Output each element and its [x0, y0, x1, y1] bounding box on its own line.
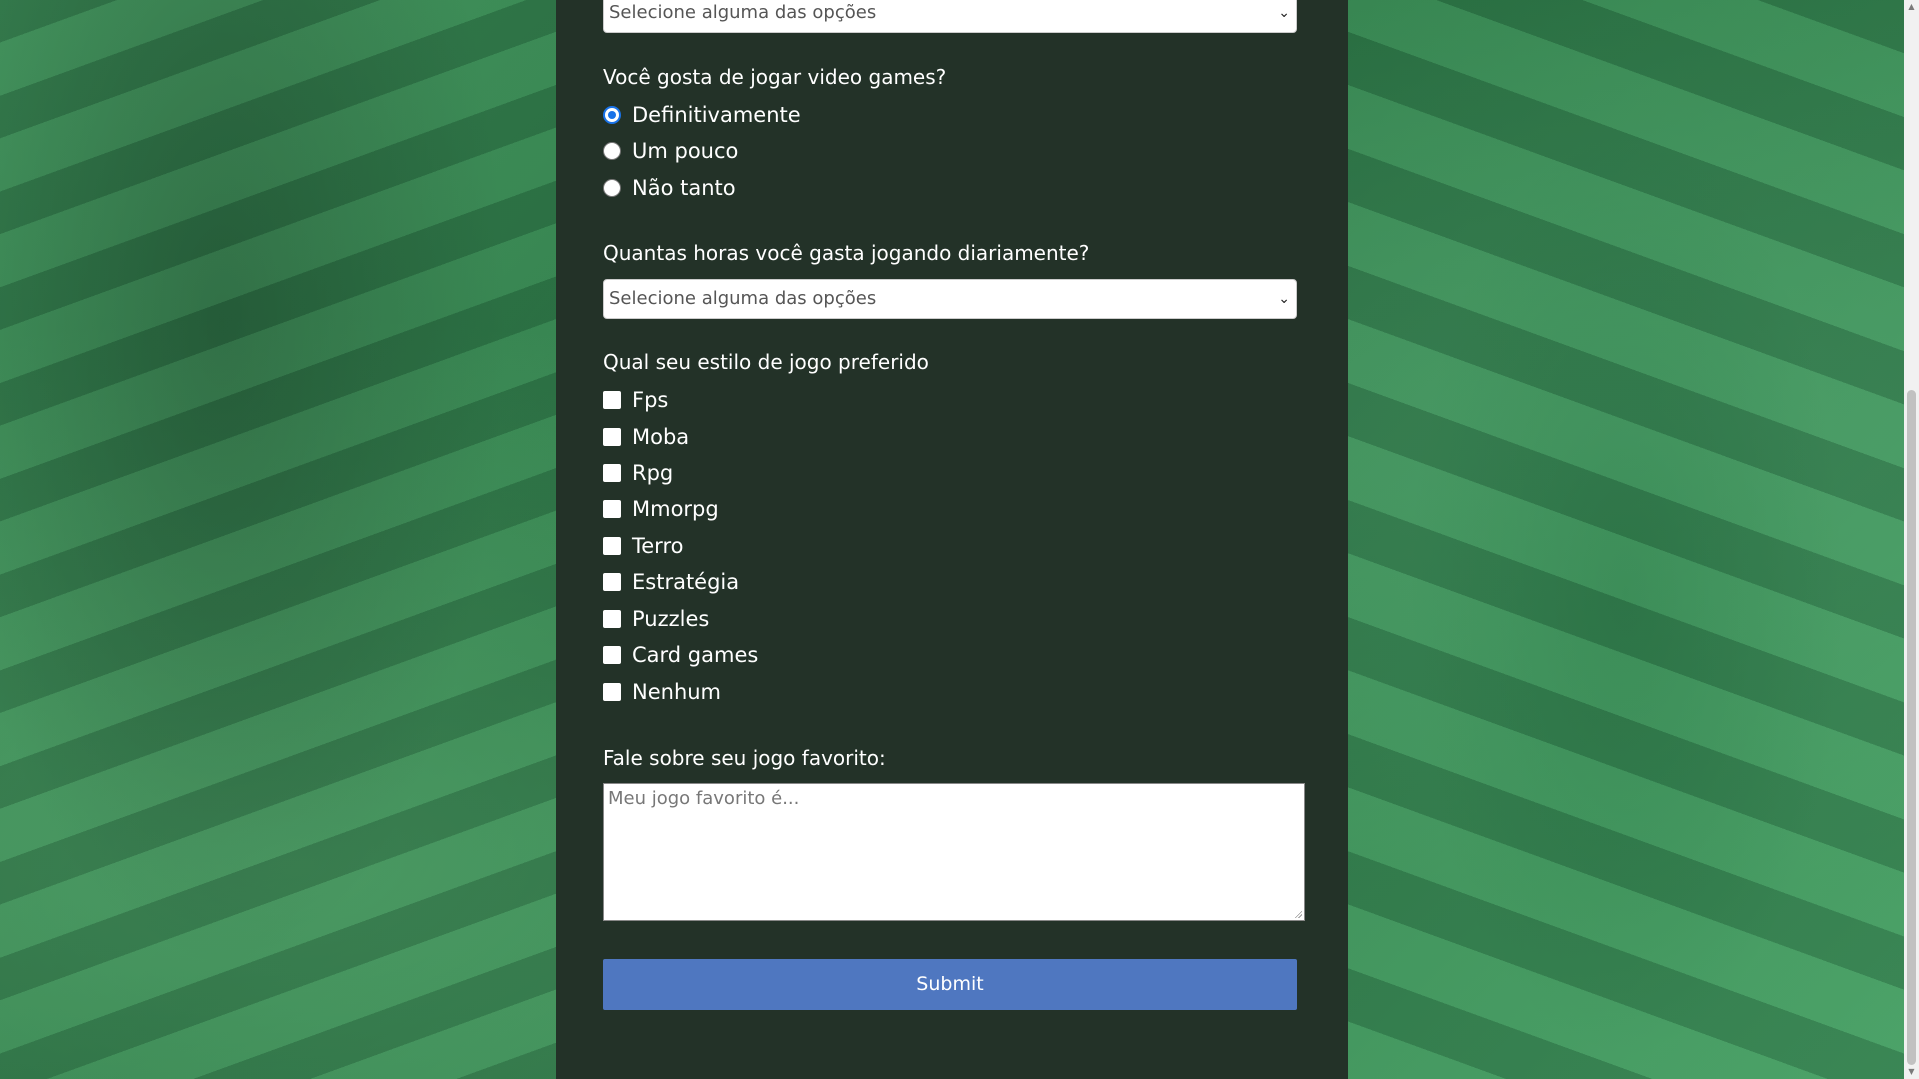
checkbox[interactable] — [603, 646, 621, 664]
checkbox-option-moba[interactable]: Moba — [603, 425, 689, 449]
games-question-label: Você gosta de jogar video games? — [603, 65, 947, 89]
checkbox-option-nenhum[interactable]: Nenhum — [603, 680, 721, 704]
checkbox[interactable] — [603, 573, 621, 591]
checkbox-label: Terro — [632, 534, 684, 558]
radio-label: Um pouco — [632, 139, 739, 163]
checkbox-label: Card games — [632, 643, 759, 667]
favorite-question-label: Fale sobre seu jogo favorito: — [603, 746, 886, 770]
checkbox[interactable] — [603, 464, 621, 482]
chevron-down-icon: ⌄ — [1278, 291, 1290, 307]
top-select-value: Selecione alguma das opções — [609, 2, 877, 23]
checkbox-label: Estratégia — [632, 570, 740, 594]
checkbox-option-mmorpg[interactable]: Mmorpg — [603, 497, 719, 521]
radio-button[interactable] — [603, 179, 621, 197]
scroll-up-icon[interactable]: ▲ — [1907, 2, 1916, 12]
page-scrollbar[interactable]: ▲ ▼ — [1904, 0, 1919, 1079]
radio-button[interactable] — [603, 106, 621, 124]
checkbox-option-rpg[interactable]: Rpg — [603, 461, 673, 485]
background-image-right — [1348, 0, 1904, 1079]
checkbox[interactable] — [603, 428, 621, 446]
scroll-down-icon[interactable]: ▼ — [1907, 1067, 1916, 1077]
checkbox-label: Moba — [632, 425, 690, 449]
checkbox-label: Puzzles — [632, 607, 710, 631]
top-select[interactable]: Selecione alguma das opções ⌄ — [603, 0, 1297, 33]
style-question-label: Qual seu estilo de jogo preferido — [603, 350, 929, 374]
checkbox-option-estrategia[interactable]: Estratégia — [603, 570, 739, 594]
hours-question-label: Quantas horas você gasta jogando diariam… — [603, 241, 1090, 265]
checkbox[interactable] — [603, 610, 621, 628]
checkbox-option-card-games[interactable]: Card games — [603, 643, 758, 667]
checkbox-option-terro[interactable]: Terro — [603, 534, 683, 558]
checkbox-label: Mmorpg — [632, 497, 719, 521]
radio-label: Definitivamente — [632, 103, 801, 127]
scrollbar-thumb[interactable] — [1907, 390, 1916, 1065]
checkbox[interactable] — [603, 537, 621, 555]
favorite-game-textarea[interactable]: Meu jogo favorito é... — [603, 783, 1305, 921]
background-image-left — [0, 0, 556, 1079]
textarea-placeholder: Meu jogo favorito é... — [608, 788, 800, 809]
checkbox[interactable] — [603, 683, 621, 701]
radio-option-um-pouco[interactable]: Um pouco — [603, 139, 738, 163]
hours-select-value: Selecione alguma das opções — [609, 288, 877, 309]
checkbox-option-puzzles[interactable]: Puzzles — [603, 607, 709, 631]
hours-select[interactable]: Selecione alguma das opções ⌄ — [603, 279, 1297, 319]
radio-label: Não tanto — [632, 176, 736, 200]
submit-button[interactable]: Submit — [603, 959, 1297, 1010]
resize-handle-icon[interactable] — [1294, 910, 1302, 918]
chevron-down-icon: ⌄ — [1278, 5, 1290, 21]
checkbox[interactable] — [603, 500, 621, 518]
radio-option-definitivamente[interactable]: Definitivamente — [603, 103, 801, 127]
checkbox-label: Fps — [632, 388, 669, 412]
checkbox-option-fps[interactable]: Fps — [603, 388, 668, 412]
radio-button[interactable] — [603, 142, 621, 160]
checkbox-label: Rpg — [632, 461, 674, 485]
checkbox[interactable] — [603, 391, 621, 409]
radio-option-nao-tanto[interactable]: Não tanto — [603, 176, 736, 200]
checkbox-label: Nenhum — [632, 680, 722, 704]
